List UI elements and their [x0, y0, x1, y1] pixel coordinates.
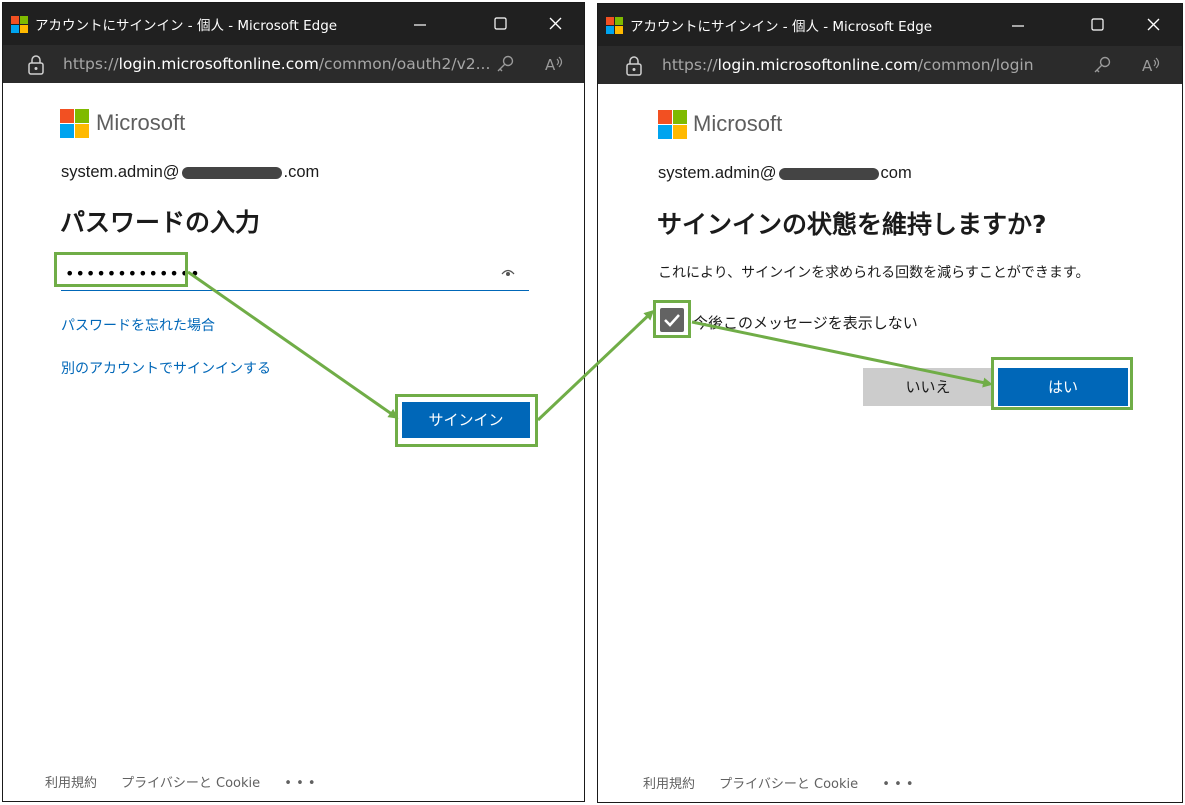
footer: 利用規約 プライバシーと Cookie • • •: [643, 773, 934, 792]
terms-link[interactable]: 利用規約: [643, 777, 695, 792]
svg-text:A: A: [545, 56, 556, 74]
url-text[interactable]: https://login.microsoftonline.com/common…: [662, 56, 1034, 74]
read-aloud-icon[interactable]: A: [1141, 55, 1161, 75]
svg-text:A: A: [1142, 57, 1153, 75]
terms-link[interactable]: 利用規約: [45, 776, 97, 791]
privacy-link[interactable]: プライバシーと Cookie: [719, 777, 858, 792]
window-title: アカウントにサインイン - 個人 - Microsoft Edge: [630, 19, 933, 35]
page-title: パスワードの入力: [60, 208, 261, 237]
brand-name: Microsoft: [693, 111, 783, 136]
redacted-text: [181, 166, 282, 179]
no-button[interactable]: いいえ: [863, 368, 993, 406]
address-bar[interactable]: https://login.microsoftonline.com/common…: [3, 45, 584, 83]
footer: 利用規約 プライバシーと Cookie • • •: [45, 772, 336, 791]
title-bar[interactable]: アカウントにサインイン - 個人 - Microsoft Edge: [3, 3, 584, 45]
yes-highlight-box: [991, 357, 1133, 410]
checkbox-highlight-box: [653, 300, 691, 338]
minimize-icon[interactable]: [996, 10, 1040, 40]
microsoft-logo-icon: [60, 109, 90, 139]
key-icon[interactable]: [1092, 55, 1112, 75]
key-icon[interactable]: [495, 54, 515, 74]
account-email: system.admin@ com: [658, 164, 912, 182]
close-icon[interactable]: [533, 9, 577, 39]
more-options-icon[interactable]: • • •: [284, 776, 315, 791]
forgot-password-link[interactable]: パスワードを忘れた場合: [61, 315, 215, 335]
edge-window-icon: [606, 17, 623, 34]
page-title: サインインの状態を維持しますか?: [657, 210, 1047, 239]
lock-icon[interactable]: [625, 56, 643, 76]
other-account-link[interactable]: 別のアカウントでサインインする: [61, 358, 271, 378]
account-email: system.admin@ .com: [61, 163, 320, 181]
redacted-text: [778, 167, 879, 180]
address-bar[interactable]: https://login.microsoftonline.com/common…: [598, 46, 1182, 84]
privacy-link[interactable]: プライバシーと Cookie: [121, 776, 260, 791]
microsoft-logo-icon: [658, 110, 688, 140]
password-reveal-icon[interactable]: [501, 267, 515, 277]
brand-name: Microsoft: [96, 110, 186, 135]
window-title: アカウントにサインイン - 個人 - Microsoft Edge: [35, 18, 338, 34]
edge-window-icon: [11, 16, 28, 33]
description-text: これにより、サインインを求められる回数を減らすことができます。: [658, 265, 1090, 281]
stay-signed-in-panel: Microsoft system.admin@ com サインインの状態を維持しま…: [598, 84, 1182, 802]
minimize-icon[interactable]: [398, 9, 442, 39]
close-icon[interactable]: [1131, 10, 1175, 40]
sign-in-highlight-box: [395, 394, 538, 447]
password-highlight-box: [54, 252, 188, 287]
dont-show-again-label[interactable]: 今後このメッセージを表示しない: [693, 312, 918, 333]
maximize-icon[interactable]: [478, 9, 522, 39]
maximize-icon[interactable]: [1075, 10, 1119, 40]
more-options-icon[interactable]: • • •: [882, 777, 913, 792]
read-aloud-icon[interactable]: A: [544, 54, 564, 74]
url-text[interactable]: https://login.microsoftonline.com/common…: [63, 55, 490, 73]
title-bar[interactable]: アカウントにサインイン - 個人 - Microsoft Edge: [598, 4, 1182, 46]
lock-icon[interactable]: [27, 55, 45, 75]
